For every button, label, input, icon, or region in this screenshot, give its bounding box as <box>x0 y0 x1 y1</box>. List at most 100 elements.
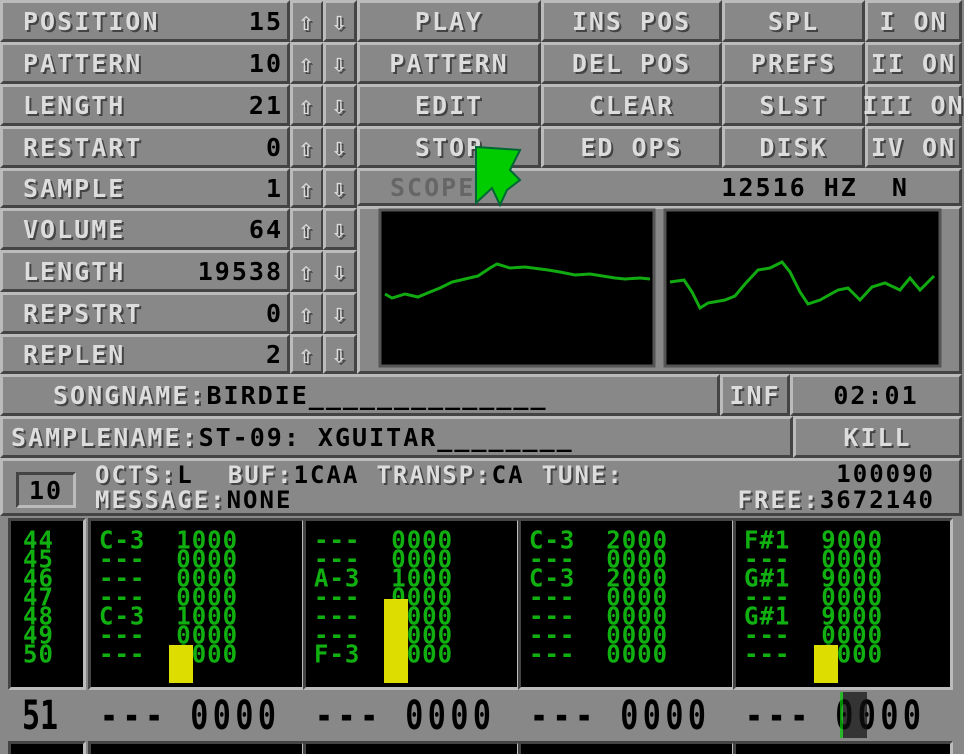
songname-label: SONGNAME: <box>53 380 207 410</box>
button-iv-on[interactable]: IV ON <box>865 126 962 168</box>
song-restart-up-button[interactable]: ⇧ <box>290 126 324 168</box>
songname-value: BIRDIE______________ <box>206 380 548 410</box>
button-slst[interactable]: SLST <box>722 84 865 126</box>
song-position-up-button[interactable]: ⇧ <box>290 0 324 42</box>
sample-length-value: 19538 <box>197 256 283 286</box>
button-pattern[interactable]: PATTERN <box>357 42 541 84</box>
arrow-up-icon: ⇧ <box>298 339 316 369</box>
button-disk[interactable]: DISK <box>722 126 865 168</box>
pattern-cell[interactable]: --- 0000 <box>99 641 302 666</box>
arrow-up-icon: ⇧ <box>298 6 316 36</box>
status-line-1: OCTS:L BUF:1CAA TRANSP:CA TUNE: 100090 <box>95 460 935 489</box>
sample-label: SAMPLE <box>23 173 126 203</box>
sample-volume-up-button[interactable]: ⇧ <box>290 208 324 250</box>
inf-label: INF <box>729 380 781 410</box>
next-row-preview <box>8 741 86 754</box>
scope-header: SCOPE 12516 HZ N <box>357 168 962 206</box>
pattern-cell[interactable]: F-3 1000 <box>314 641 517 666</box>
samplename-field[interactable]: SAMPLENAME: ST-09: XGUITAR________ <box>0 416 793 458</box>
song-position-down-button[interactable]: ⇩ <box>323 0 357 42</box>
current-row-cell[interactable]: --- 0000 <box>315 693 495 739</box>
current-row-cell[interactable]: --- 0000 <box>100 693 280 739</box>
button-label: CLEAR <box>588 90 675 120</box>
sample-replen-field: REPLEN 2 <box>0 334 290 374</box>
song-length-field: LENGTH 21 <box>0 84 290 126</box>
song-restart-down-button[interactable]: ⇩ <box>323 126 357 168</box>
vu-meter <box>814 645 838 683</box>
sample-up-button[interactable]: ⇧ <box>290 168 324 208</box>
arrow-down-icon: ⇩ <box>331 173 349 203</box>
arrow-down-icon: ⇩ <box>331 256 349 286</box>
button-label: DISK <box>759 132 828 162</box>
button-ins-pos[interactable]: INS POS <box>541 0 722 42</box>
sample-down-button[interactable]: ⇩ <box>323 168 357 208</box>
song-restart-value: 0 <box>265 132 283 162</box>
channel-2[interactable]: --- 0000 --- 0000 A-3 1000 --- 0000 --- 0000… <box>303 518 520 690</box>
arrow-up-icon: ⇧ <box>298 256 316 286</box>
current-row-cell[interactable]: --- 0000 <box>530 693 710 739</box>
pattern-cell[interactable]: --- 0000 <box>744 641 950 666</box>
sample-rate: 12516 HZ N <box>721 172 909 202</box>
sample-length-field: LENGTH 19538 <box>0 250 290 292</box>
channel-4[interactable]: F#1 9000 --- 0000 G#1 9000 --- 0000 G#1 9000… <box>733 518 953 690</box>
song-pattern-down-button[interactable]: ⇩ <box>323 42 357 84</box>
button-label: I ON <box>879 6 948 36</box>
song-length-down-button[interactable]: ⇩ <box>323 84 357 126</box>
pattern-cell[interactable]: --- 0000 <box>529 641 732 666</box>
arrow-up-icon: ⇧ <box>298 214 316 244</box>
current-row-number: 51 <box>22 693 59 739</box>
sample-replen-up-button[interactable]: ⇧ <box>290 334 324 374</box>
row-numbers: 44 45 46 47 48 49 50 <box>8 518 86 690</box>
transp-label: TRANSP: <box>376 461 492 489</box>
song-pattern-up-button[interactable]: ⇧ <box>290 42 324 84</box>
song-length-up-button[interactable]: ⇧ <box>290 84 324 126</box>
button-i-on[interactable]: I ON <box>865 0 962 42</box>
sp <box>194 460 228 489</box>
samplename-label: SAMPLENAME: <box>11 422 199 452</box>
free: 3672140 <box>819 486 935 514</box>
protracker-window: POSITION 15 ⇧ ⇩ PATTERN 10 ⇧ ⇩ LENGTH 21 ⇧ ⇩ RESTART… <box>0 0 964 754</box>
message: NONE <box>226 486 293 514</box>
tune: 100090 <box>836 460 935 488</box>
buf-label: BUF: <box>227 461 294 489</box>
octave-box: 10 <box>16 472 76 508</box>
current-row-cell[interactable]: --- 0000 <box>745 693 925 739</box>
song-restart-label: RESTART <box>23 132 143 162</box>
button-iii-on[interactable]: III ON <box>862 84 964 126</box>
button-prefs[interactable]: PREFS <box>722 42 865 84</box>
song-restart-field: RESTART 0 <box>0 126 290 168</box>
button-spl[interactable]: SPL <box>722 0 865 42</box>
sample-length-down-button[interactable]: ⇩ <box>323 250 357 292</box>
sample-volume-value: 64 <box>248 214 283 244</box>
channel-1[interactable]: C-3 1000 --- 0000 --- 0000 --- 0000 C-3 1000… <box>88 518 305 690</box>
inf-button[interactable]: INF <box>720 374 790 416</box>
button-edit[interactable]: EDIT <box>357 84 541 126</box>
next-row-preview <box>518 741 735 754</box>
button-label: III ON <box>862 90 964 120</box>
next-row-preview <box>733 741 953 754</box>
arrow-up-icon: ⇧ <box>298 90 316 120</box>
songname-field[interactable]: SONGNAME: BIRDIE______________ <box>0 374 720 416</box>
button-ed-ops[interactable]: ED OPS <box>541 126 722 168</box>
next-row-preview <box>303 741 520 754</box>
button-ii-on[interactable]: II ON <box>865 42 962 84</box>
channel-3[interactable]: C-3 2000 --- 0000 C-3 2000 --- 0000 --- 0000… <box>518 518 735 690</box>
song-pattern-value: 10 <box>248 48 283 78</box>
sample-volume-down-button[interactable]: ⇩ <box>323 208 357 250</box>
sample-repstrt-down-button[interactable]: ⇩ <box>323 292 357 334</box>
song-position-field: POSITION 15 <box>0 0 290 42</box>
button-clear[interactable]: CLEAR <box>541 84 722 126</box>
kill-label: KILL <box>843 422 912 452</box>
arrow-down-icon: ⇩ <box>331 132 349 162</box>
sample-repstrt-up-button[interactable]: ⇧ <box>290 292 324 334</box>
button-label: EDIT <box>414 90 484 120</box>
button-play[interactable]: PLAY <box>357 0 541 42</box>
button-stop[interactable]: STOP <box>357 126 541 168</box>
button-del-pos[interactable]: DEL POS <box>541 42 722 84</box>
button-label: II ON <box>870 48 957 78</box>
sample-length-up-button[interactable]: ⇧ <box>290 250 324 292</box>
sp <box>525 460 542 489</box>
kill-button[interactable]: KILL <box>793 416 962 458</box>
sample-replen-label: REPLEN <box>23 339 126 369</box>
sample-replen-down-button[interactable]: ⇩ <box>323 334 357 374</box>
